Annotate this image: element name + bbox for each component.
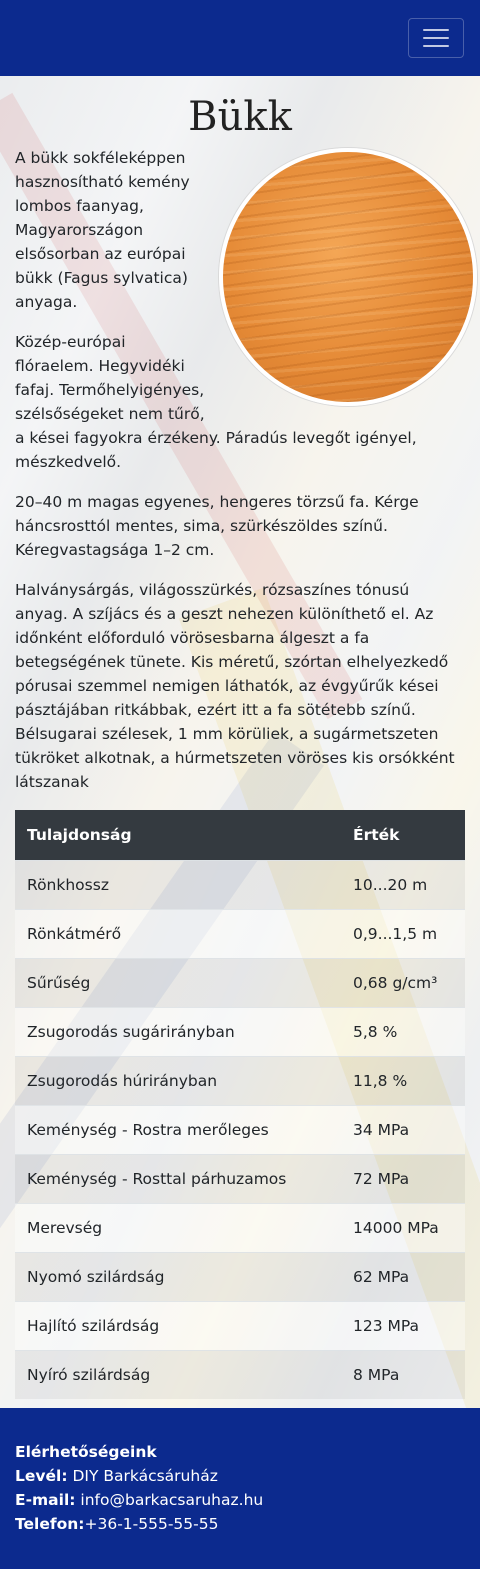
table-cell-property: Keménység - Rostra merőleges <box>15 1104 341 1154</box>
table-cell-property: Zsugorodás húrirányban <box>15 1055 341 1105</box>
hamburger-menu-icon-bar <box>423 45 449 47</box>
table-cell-value: 5,8 % <box>341 1006 465 1056</box>
table-row: Nyomó szilárdság 62 MPa <box>15 1251 465 1301</box>
footer-mail-value: DIY Barkácsáruház <box>72 1467 218 1485</box>
table-row: Merevség 14000 MPa <box>15 1202 465 1252</box>
table-cell-property: Sűrűség <box>15 957 341 1007</box>
beech-wood-image <box>219 148 477 406</box>
tree-paragraph: 20–40 m magas egyenes, hengeres törzsű f… <box>15 493 419 559</box>
table-cell-value: 0,9...1,5 m <box>341 908 465 958</box>
navbar-toggler-button[interactable] <box>408 18 464 58</box>
main-content: Bükk A bükk sokféleképpen hasznosítható … <box>0 76 480 1408</box>
table-row: Keménység - Rosttal párhuzamos 72 MPa <box>15 1153 465 1203</box>
table-cell-property: Rönkhossz <box>15 859 341 909</box>
table-cell-property: Rönkátmérő <box>15 908 341 958</box>
footer-phone-value: +36-1-555-55-55 <box>84 1515 219 1533</box>
footer-phone-line: Telefon:+36-1-555-55-55 <box>15 1512 465 1536</box>
footer-mail-label: Levél: <box>15 1467 68 1485</box>
hamburger-menu-icon-bar <box>423 37 449 39</box>
navbar <box>0 0 480 76</box>
footer-email-line: E-mail: info@barkacsaruhaz.hu <box>15 1488 465 1512</box>
table-cell-property: Hajlító szilárdság <box>15 1300 341 1350</box>
table-row: Rönkhossz 10...20 m <box>15 859 465 909</box>
footer-heading: Elérhetőségeink <box>15 1443 157 1461</box>
wood-paragraph: Halványsárgás, világosszürkés, rózsaszín… <box>15 581 455 791</box>
table-cell-value: 62 MPa <box>341 1251 465 1301</box>
table-row: Zsugorodás sugárirányban 5,8 % <box>15 1006 465 1056</box>
page-title: Bükk <box>188 94 292 140</box>
table-header-value: Érték <box>341 810 465 860</box>
table-cell-value: 11,8 % <box>341 1055 465 1105</box>
table-cell-property: Nyíró szilárdság <box>15 1349 341 1399</box>
table-header-property: Tulajdonság <box>15 810 341 860</box>
table-cell-value: 14000 MPa <box>341 1202 465 1252</box>
table-cell-property: Merevség <box>15 1202 341 1252</box>
table-cell-property: Keménység - Rosttal párhuzamos <box>15 1153 341 1203</box>
footer-mail-line: Levél: DIY Barkácsáruház <box>15 1464 465 1488</box>
table-cell-value: 8 MPa <box>341 1349 465 1399</box>
table-row: Zsugorodás húrirányban 11,8 % <box>15 1055 465 1105</box>
table-row: Hajlító szilárdság 123 MPa <box>15 1300 465 1350</box>
footer-email-label: E-mail: <box>15 1491 76 1509</box>
footer-email-link[interactable]: info@barkacsaruhaz.hu <box>80 1491 263 1509</box>
table-cell-value: 34 MPa <box>341 1104 465 1154</box>
table-cell-value: 0,68 g/cm³ <box>341 957 465 1007</box>
table-cell-property: Zsugorodás sugárirányban <box>15 1006 341 1056</box>
table-header-row: Tulajdonság Érték <box>15 810 465 860</box>
table-cell-value: 10...20 m <box>341 859 465 909</box>
table-cell-property: Nyomó szilárdság <box>15 1251 341 1301</box>
footer: Elérhetőségeink Levél: DIY Barkácsáruház… <box>0 1408 480 1569</box>
table-row: Sűrűség 0,68 g/cm³ <box>15 957 465 1007</box>
footer-phone-label: Telefon: <box>15 1515 85 1533</box>
properties-table: Tulajdonság Érték Rönkhossz 10...20 m Rön… <box>15 810 465 1399</box>
table-row: Nyíró szilárdság 8 MPa <box>15 1349 465 1399</box>
table-cell-value: 123 MPa <box>341 1300 465 1350</box>
table-row: Rönkátmérő 0,9...1,5 m <box>15 908 465 958</box>
table-row: Keménység - Rostra merőleges 34 MPa <box>15 1104 465 1154</box>
hamburger-menu-icon-bar <box>423 29 449 31</box>
table-cell-value: 72 MPa <box>341 1153 465 1203</box>
